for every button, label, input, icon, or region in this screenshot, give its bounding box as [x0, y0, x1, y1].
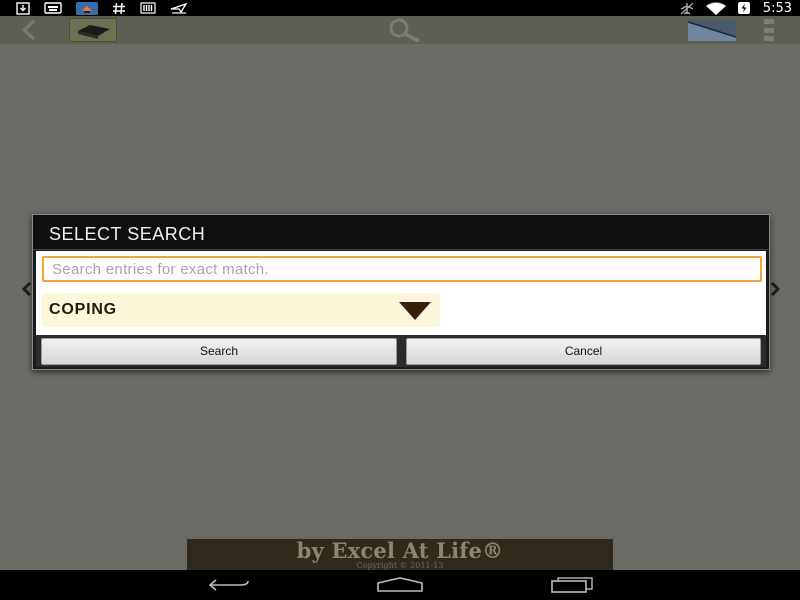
- excel-at-life-banner[interactable]: by Excel At Life® Copyright © 2011-13: [187, 539, 613, 571]
- cancel-button[interactable]: Cancel: [406, 338, 761, 365]
- overflow-menu-icon[interactable]: [764, 19, 774, 41]
- banner-copyright-text: Copyright © 2011-13: [356, 561, 444, 570]
- app-notification-icon: [76, 1, 98, 15]
- battery-charging-icon: [737, 1, 751, 15]
- clock: 5:53: [762, 0, 792, 16]
- dialog-title: SELECT SEARCH: [33, 215, 769, 249]
- category-dropdown[interactable]: COPING: [42, 293, 440, 327]
- banner-brand-text: by Excel At Life®: [296, 538, 504, 563]
- system-navigation-bar: [0, 570, 800, 600]
- search-entries-input[interactable]: [42, 256, 762, 282]
- search-icon[interactable]: [383, 18, 425, 46]
- nav-home-icon[interactable]: [375, 574, 425, 596]
- search-button[interactable]: Search: [41, 338, 397, 365]
- app-action-bar: [0, 16, 800, 44]
- category-dropdown-value: COPING: [49, 301, 117, 318]
- dialog-title-divider: [33, 249, 769, 250]
- nav-back-icon[interactable]: [204, 574, 254, 596]
- flight-icon: [170, 1, 188, 15]
- status-bar-system: 5:53: [679, 0, 792, 16]
- select-search-dialog: SELECT SEARCH COPING Search Cancel: [32, 214, 770, 370]
- chart-icon[interactable]: [687, 19, 737, 41]
- status-bar: 5:53: [0, 0, 800, 16]
- back-arrow-icon[interactable]: [18, 19, 40, 45]
- app-logo-icon: [69, 18, 117, 42]
- dialog-body: COPING: [36, 251, 766, 345]
- background-next-arrow-icon: [770, 281, 782, 297]
- airplane-mode-icon: [679, 1, 695, 15]
- keyboard-icon: [44, 1, 62, 15]
- dialog-button-bar: Search Cancel: [36, 335, 766, 367]
- hashtag-icon: [112, 1, 126, 15]
- status-bar-notifications: [16, 0, 188, 16]
- dropdown-triangle-icon: [398, 301, 432, 325]
- wifi-icon: [705, 1, 727, 15]
- download-icon: [16, 1, 30, 15]
- nav-recent-apps-icon[interactable]: [547, 574, 597, 596]
- barcode-icon: [140, 1, 156, 15]
